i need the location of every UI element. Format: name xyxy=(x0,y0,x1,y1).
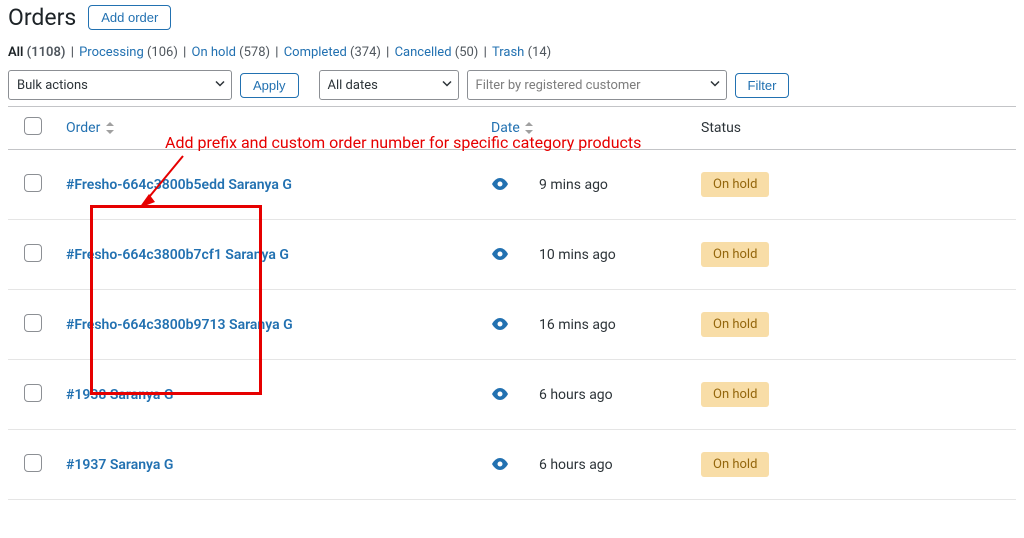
filter-count: (50) xyxy=(455,45,479,60)
order-link[interactable]: #Fresho-664c3800b9713 Saranya G xyxy=(66,317,293,333)
row-checkbox[interactable] xyxy=(24,314,42,332)
orders-table: Order Date Status #Fresho-664c3800b5edd … xyxy=(8,106,1016,500)
filter-link-all[interactable]: All (1108) xyxy=(8,45,65,60)
filter-count: (1108) xyxy=(27,45,66,60)
status-badge: On hold xyxy=(701,452,769,477)
column-header-order-label: Order xyxy=(66,120,100,136)
table-row: #Fresho-664c3800b7cf1 Saranya G 10 mins a… xyxy=(8,220,1016,290)
dates-select[interactable]: All dates xyxy=(319,70,459,100)
status-badge: On hold xyxy=(701,242,769,267)
status-badge: On hold xyxy=(701,382,769,407)
order-date: 10 mins ago xyxy=(539,247,616,263)
filter-link-cancelled[interactable]: Cancelled (50) xyxy=(395,45,479,60)
order-link[interactable]: #Fresho-664c3800b7cf1 Saranya G xyxy=(66,247,289,263)
bulk-actions-label: Bulk actions xyxy=(17,78,88,93)
table-row: #Fresho-664c3800b5edd Saranya G 9 mins ag… xyxy=(8,150,1016,220)
preview-icon[interactable] xyxy=(491,246,509,264)
row-checkbox[interactable] xyxy=(24,384,42,402)
table-row: #Fresho-664c3800b9713 Saranya G 16 mins a… xyxy=(8,290,1016,360)
sort-icon xyxy=(525,122,533,134)
table-row: #1938 Saranya G 6 hours ago On hold xyxy=(8,360,1016,430)
dates-label: All dates xyxy=(328,78,378,93)
order-link[interactable]: #Fresho-664c3800b5edd Saranya G xyxy=(66,177,292,193)
chevron-down-icon xyxy=(710,78,720,93)
status-filter-bar: All (1108) | Processing (106) | On hold … xyxy=(8,45,1016,60)
order-link[interactable]: #1937 Saranya G xyxy=(66,457,173,473)
order-date: 6 hours ago xyxy=(539,457,613,473)
chevron-down-icon xyxy=(215,78,225,93)
bulk-actions-select[interactable]: Bulk actions xyxy=(8,70,232,100)
order-date: 16 mins ago xyxy=(539,317,616,333)
table-row: #1937 Saranya G 6 hours ago On hold xyxy=(8,430,1016,500)
preview-icon[interactable] xyxy=(491,176,509,194)
order-date: 9 mins ago xyxy=(539,177,608,193)
preview-icon[interactable] xyxy=(491,386,509,404)
column-header-order[interactable]: Order xyxy=(58,107,483,150)
customer-filter-select[interactable]: Filter by registered customer xyxy=(467,70,727,100)
status-badge: On hold xyxy=(701,312,769,337)
filter-link-on-hold[interactable]: On hold (578) xyxy=(192,45,271,60)
column-header-date[interactable]: Date xyxy=(483,107,693,150)
chevron-down-icon xyxy=(442,78,452,93)
filter-count: (578) xyxy=(239,45,270,60)
add-order-button[interactable]: Add order xyxy=(88,5,171,30)
order-link[interactable]: #1938 Saranya G xyxy=(66,387,173,403)
row-checkbox[interactable] xyxy=(24,454,42,472)
filter-link-processing[interactable]: Processing (106) xyxy=(79,45,178,60)
sort-icon xyxy=(106,122,114,134)
page-title: Orders xyxy=(8,4,76,31)
status-badge: On hold xyxy=(701,172,769,197)
preview-icon[interactable] xyxy=(491,316,509,334)
column-header-status: Status xyxy=(693,107,1016,150)
filter-button[interactable]: Filter xyxy=(735,73,790,98)
preview-icon[interactable] xyxy=(491,456,509,474)
filter-link-completed[interactable]: Completed (374) xyxy=(284,45,381,60)
order-date: 6 hours ago xyxy=(539,387,613,403)
row-checkbox[interactable] xyxy=(24,174,42,192)
filter-count: (14) xyxy=(528,45,552,60)
customer-filter-placeholder: Filter by registered customer xyxy=(476,78,641,93)
filter-count: (106) xyxy=(147,45,178,60)
row-checkbox[interactable] xyxy=(24,244,42,262)
select-all-checkbox[interactable] xyxy=(24,117,42,135)
apply-button[interactable]: Apply xyxy=(240,73,299,98)
column-header-date-label: Date xyxy=(491,120,520,136)
filter-link-trash[interactable]: Trash (14) xyxy=(492,45,551,60)
filter-count: (374) xyxy=(350,45,381,60)
